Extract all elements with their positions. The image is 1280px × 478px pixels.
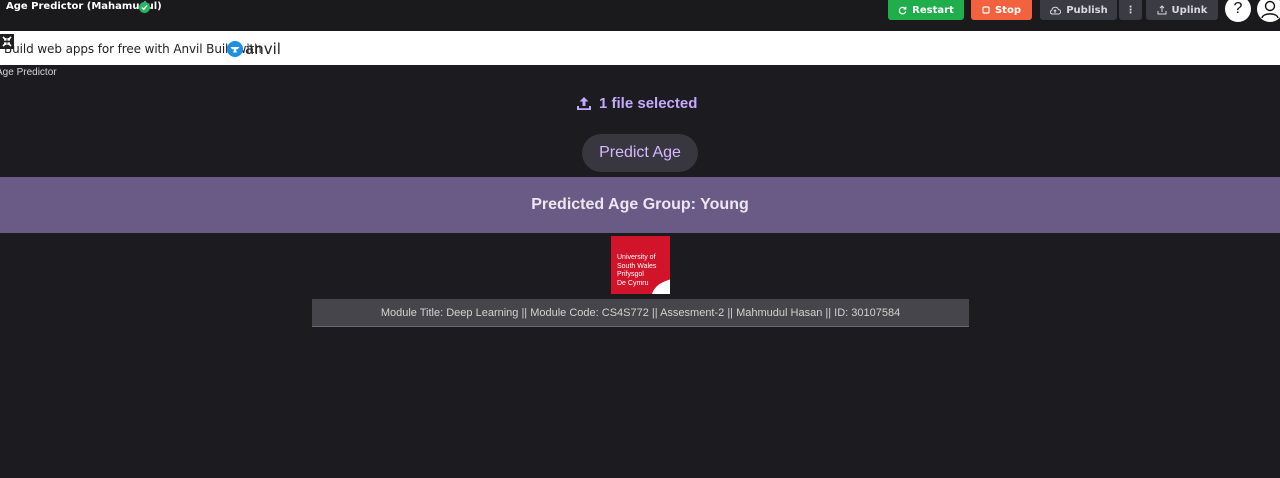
- user-icon: [1261, 0, 1279, 19]
- help-icon: ?: [1233, 0, 1243, 17]
- user-avatar-button[interactable]: [1257, 0, 1280, 22]
- more-icon: ⋮: [1125, 4, 1136, 16]
- uplink-icon: [1157, 5, 1167, 15]
- upload-icon: [577, 97, 591, 110]
- more-options-button[interactable]: ⋮: [1119, 0, 1142, 20]
- banner-text: Build web apps for free with Anvil Built…: [4, 42, 262, 56]
- refresh-icon: [898, 6, 907, 14]
- university-logo: University of South Wales Prifysgol De C…: [611, 236, 670, 294]
- predicted-age-text: Predicted Age Group: Young: [531, 196, 749, 213]
- module-info-text: Module Title: Deep Learning || Module Co…: [380, 306, 901, 319]
- stop-icon: [982, 6, 990, 14]
- anvil-logo[interactable]: anvil: [227, 40, 281, 58]
- restart-label: Restart: [912, 4, 954, 16]
- collapse-icon[interactable]: [0, 34, 14, 49]
- help-button[interactable]: ?: [1225, 0, 1251, 22]
- cloud-upload-icon: [1050, 6, 1062, 14]
- logo-line-1: University of: [617, 254, 656, 261]
- result-panel: Predicted Age Group: Young: [0, 177, 1280, 233]
- page-title: Age Predictor: [0, 67, 57, 78]
- logo-line-4: De Cymru: [617, 279, 649, 287]
- anvil-logo-text: anvil: [245, 40, 281, 58]
- publish-button[interactable]: Publish: [1040, 0, 1117, 20]
- logo-line-3: Prifysgol: [617, 271, 644, 278]
- logo-line-2: South Wales: [617, 262, 657, 270]
- top-bar: Age Predictor (Mahamudul) Restart Stop P…: [0, 0, 1280, 31]
- module-info-bar: Module Title: Deep Learning || Module Co…: [312, 299, 969, 327]
- restart-button[interactable]: Restart: [888, 0, 964, 20]
- predict-age-label: Predict Age: [599, 144, 681, 161]
- uplink-label: Uplink: [1171, 4, 1208, 16]
- predict-age-button[interactable]: Predict Age: [582, 134, 698, 172]
- publish-label: Publish: [1066, 4, 1108, 16]
- stop-label: Stop: [994, 4, 1021, 16]
- file-status-text: 1 file selected: [599, 95, 698, 112]
- file-upload-button[interactable]: 1 file selected: [576, 95, 697, 112]
- stop-button[interactable]: Stop: [971, 0, 1032, 20]
- anvil-logo-icon: [227, 41, 243, 57]
- uplink-button[interactable]: Uplink: [1146, 0, 1218, 20]
- check-icon: [139, 2, 150, 13]
- anvil-banner[interactable]: Build web apps for free with Anvil Built…: [0, 31, 1280, 65]
